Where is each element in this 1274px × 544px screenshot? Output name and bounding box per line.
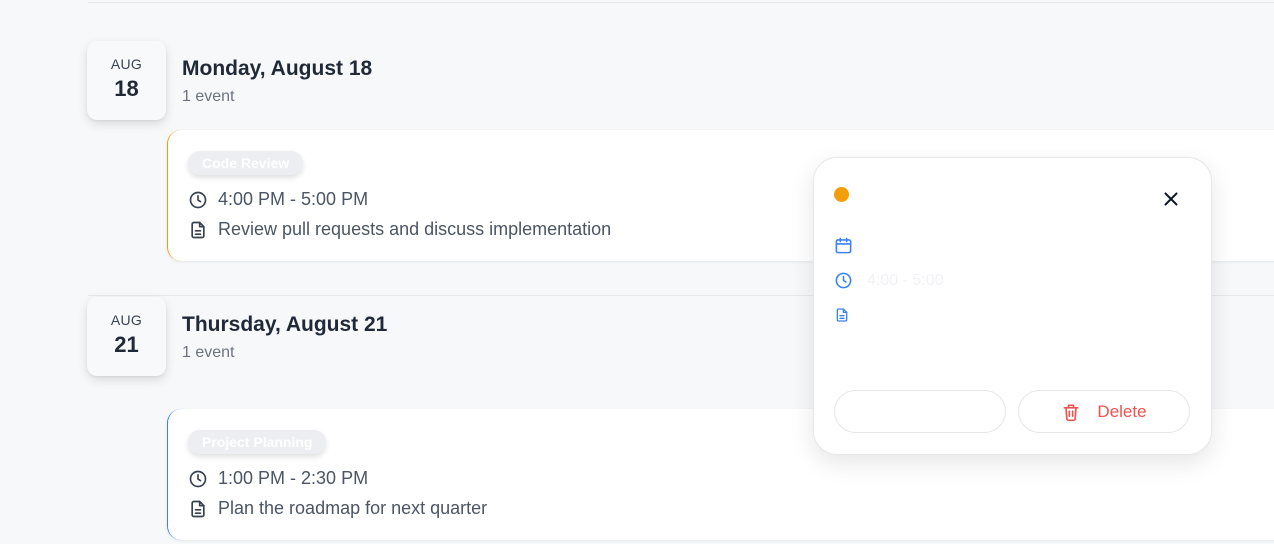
badge-day: 21 [114, 332, 139, 357]
event-description: Plan the roadmap for next quarter [218, 498, 488, 518]
clock-icon [189, 191, 207, 208]
popup-date-row [834, 236, 867, 255]
event-time: 1:00 PM - 2:30 PM [218, 468, 369, 488]
day-title: Thursday, August 21 [182, 313, 388, 336]
event-color-dot [834, 187, 849, 202]
delete-button[interactable]: Delete [1018, 390, 1190, 433]
clock-icon [835, 272, 852, 289]
event-count: 1 event [182, 88, 235, 105]
document-icon [191, 221, 205, 238]
event-description-row: Review pull requests and discuss impleme… [188, 219, 611, 240]
event-description-row: Plan the roadmap for next quarter [188, 498, 487, 519]
event-tag: Project Planning [188, 430, 327, 454]
divider [88, 2, 1274, 3]
date-badge: AUG 18 [87, 41, 166, 120]
popup-time-row: 4:00 - 5:00 [834, 271, 944, 290]
edit-button[interactable] [834, 390, 1006, 433]
event-time: 4:00 PM - 5:00 PM [218, 189, 369, 209]
badge-day: 18 [114, 76, 139, 101]
close-icon[interactable] [1160, 188, 1182, 210]
trash-icon [1063, 404, 1079, 421]
clock-icon [189, 470, 207, 487]
event-description: Review pull requests and discuss impleme… [218, 219, 612, 239]
badge-month: AUG [110, 312, 143, 328]
document-icon [836, 308, 848, 322]
event-tag: Code Review [188, 151, 304, 175]
event-count: 1 event [182, 344, 235, 361]
event-detail-popup: 4:00 - 5:00 Delete [813, 157, 1212, 455]
calendar-icon [835, 237, 852, 254]
event-time-row: 4:00 PM - 5:00 PM [188, 189, 368, 210]
badge-month: AUG [110, 56, 143, 72]
popup-description-row [834, 307, 864, 323]
day-title: Monday, August 18 [182, 57, 373, 80]
date-badge: AUG 21 [87, 297, 166, 376]
document-icon [191, 500, 205, 517]
delete-label: Delete [1097, 401, 1147, 421]
popup-time: 4:00 - 5:00 [867, 271, 944, 289]
event-time-row: 1:00 PM - 2:30 PM [188, 468, 368, 489]
